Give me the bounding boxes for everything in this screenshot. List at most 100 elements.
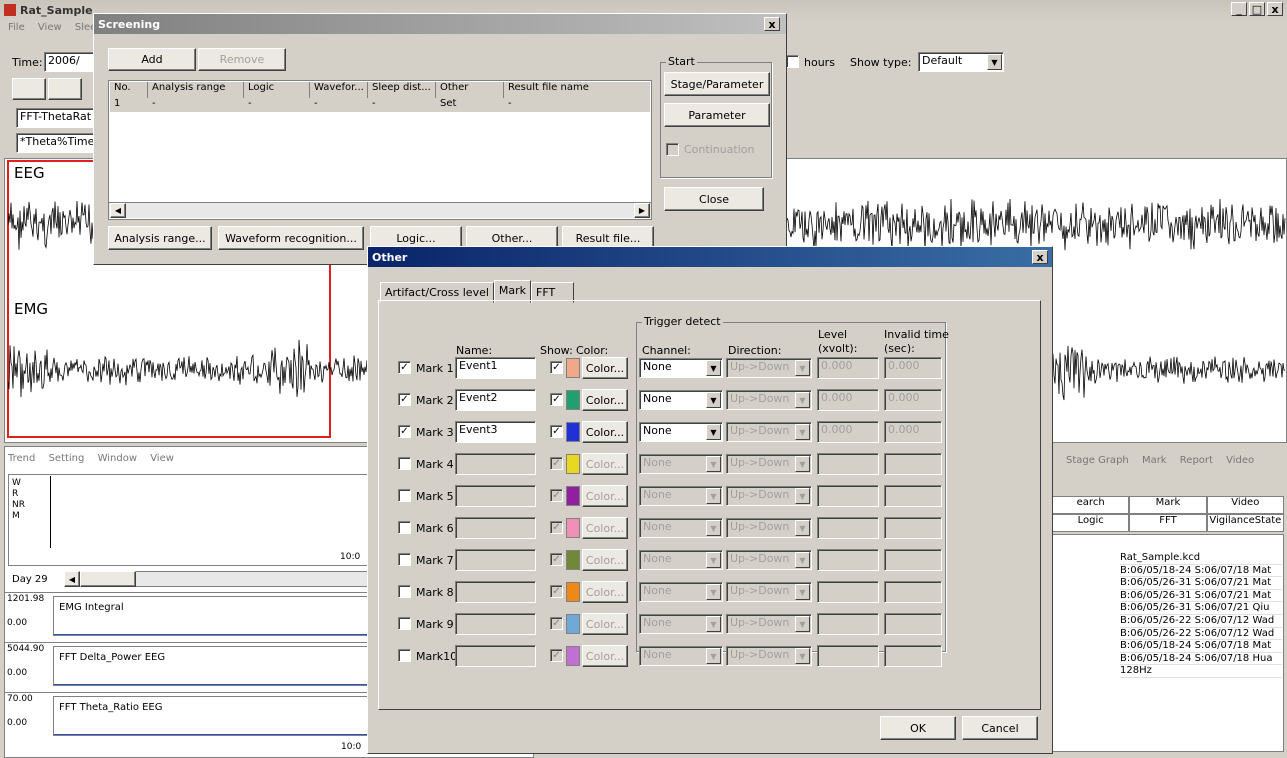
color-button[interactable]: Color...: [582, 549, 628, 571]
list-item[interactable]: B:06/05/18-24 S:06/07/18 Mat: [1120, 565, 1282, 578]
mark-enable-checkbox[interactable]: [398, 585, 411, 598]
color-button[interactable]: Color...: [582, 421, 628, 443]
channel-select[interactable]: None ▼: [639, 422, 723, 442]
color-button[interactable]: Color...: [582, 517, 628, 539]
invalid-time-input[interactable]: [884, 453, 942, 475]
col-result-file[interactable]: Result file name: [504, 82, 650, 98]
mark-name-input[interactable]: [455, 453, 536, 475]
channel-select[interactable]: None ▼: [639, 518, 723, 538]
toolbar-button-1[interactable]: [12, 78, 46, 100]
tab-fft[interactable]: FFT: [1129, 514, 1207, 532]
hours-checkbox[interactable]: [786, 55, 799, 68]
list-item[interactable]: B:06/05/18-24 S:06/07/18 Mat: [1120, 640, 1282, 653]
list-item[interactable]: 128Hz: [1120, 665, 1282, 678]
channel-select[interactable]: None ▼: [639, 550, 723, 570]
table-scrollbar[interactable]: [109, 202, 651, 218]
channel-select[interactable]: None ▼: [639, 454, 723, 474]
direction-select[interactable]: Up->Down ▼: [726, 646, 812, 666]
color-button[interactable]: Color...: [582, 613, 628, 635]
scroll-right-icon[interactable]: ▶: [634, 203, 650, 218]
tab-video[interactable]: Video: [1206, 496, 1284, 514]
menu-trend[interactable]: Trend: [8, 453, 35, 464]
tab-logic[interactable]: Logic: [1052, 514, 1130, 532]
level-input[interactable]: [817, 549, 879, 571]
parameter-button[interactable]: Parameter: [664, 103, 770, 127]
menu-view[interactable]: View: [38, 22, 62, 33]
mark-name-input[interactable]: Event2: [455, 389, 536, 411]
color-button[interactable]: Color...: [582, 485, 628, 507]
list-item[interactable]: B:06/05/26-31 S:06/07/21 Mat: [1120, 590, 1282, 603]
mark-enable-checkbox[interactable]: [398, 489, 411, 502]
invalid-time-input[interactable]: [884, 517, 942, 539]
invalid-time-input[interactable]: [884, 581, 942, 603]
invalid-time-input[interactable]: 0.000: [884, 421, 942, 443]
mark-show-checkbox[interactable]: ✓: [550, 553, 563, 566]
level-input[interactable]: [817, 453, 879, 475]
stage-parameter-button[interactable]: Stage/Parameter: [664, 72, 770, 96]
mark-name-input[interactable]: [455, 645, 536, 667]
level-input[interactable]: [817, 485, 879, 507]
tab-vigilance[interactable]: VigilanceState: [1206, 514, 1284, 532]
level-input[interactable]: [817, 645, 879, 667]
direction-select[interactable]: Up->Down ▼: [726, 614, 812, 634]
col-waveform[interactable]: Wavefor...: [310, 82, 368, 98]
direction-select[interactable]: Up->Down ▼: [726, 518, 812, 538]
color-button[interactable]: Color...: [582, 645, 628, 667]
mark-enable-checkbox[interactable]: [398, 457, 411, 470]
direction-select[interactable]: Up->Down ▼: [726, 550, 812, 570]
waveform-recognition-button[interactable]: Waveform recognition...: [218, 226, 364, 250]
add-button[interactable]: Add: [108, 48, 196, 71]
invalid-time-input[interactable]: [884, 613, 942, 635]
direction-select[interactable]: Up->Down ▼: [726, 486, 812, 506]
analysis-range-button[interactable]: Analysis range...: [108, 226, 212, 250]
mark-enable-checkbox[interactable]: [398, 649, 411, 662]
direction-select[interactable]: Up->Down ▼: [726, 390, 812, 410]
mark-show-checkbox[interactable]: ✓: [550, 393, 563, 406]
table-row[interactable]: 1 - - - - Set -: [110, 98, 650, 112]
mark-name-input[interactable]: [455, 485, 536, 507]
level-input[interactable]: 0.000: [817, 357, 879, 379]
close-icon[interactable]: x: [1032, 250, 1048, 264]
mark-name-input[interactable]: [455, 517, 536, 539]
col-other[interactable]: Other: [436, 82, 504, 98]
mark-show-checkbox[interactable]: ✓: [550, 489, 563, 502]
menu-view[interactable]: View: [150, 453, 174, 464]
col-sleep-dist[interactable]: Sleep dist...: [368, 82, 436, 98]
menu-stage-graph[interactable]: Stage Graph: [1066, 455, 1129, 466]
menu-video[interactable]: Video: [1226, 455, 1254, 466]
list-item[interactable]: B:06/05/26-31 S:06/07/21 Mat: [1120, 577, 1282, 590]
col-logic[interactable]: Logic: [244, 82, 310, 98]
menu-mark[interactable]: Mark: [1142, 455, 1167, 466]
toolbar-button-2[interactable]: [48, 78, 82, 100]
remove-button[interactable]: Remove: [198, 48, 286, 71]
mark-name-input[interactable]: Event1: [455, 357, 536, 379]
continuation-checkbox[interactable]: [666, 143, 679, 156]
scroll-left-icon[interactable]: ◀: [64, 571, 80, 587]
mark-name-input[interactable]: [455, 581, 536, 603]
channel-select[interactable]: None ▼: [639, 646, 723, 666]
mark-show-checkbox[interactable]: ✓: [550, 361, 563, 374]
level-input[interactable]: [817, 581, 879, 603]
mark-enable-checkbox[interactable]: [398, 521, 411, 534]
channel-select[interactable]: None ▼: [639, 390, 723, 410]
mark-show-checkbox[interactable]: ✓: [550, 649, 563, 662]
mark-name-input[interactable]: Event3: [455, 421, 536, 443]
level-input[interactable]: 0.000: [817, 389, 879, 411]
close-icon[interactable]: x: [1267, 2, 1283, 16]
channel-select[interactable]: None ▼: [639, 614, 723, 634]
col-no[interactable]: No.: [110, 82, 148, 98]
invalid-time-input[interactable]: [884, 645, 942, 667]
invalid-time-input[interactable]: 0.000: [884, 357, 942, 379]
direction-select[interactable]: Up->Down ▼: [726, 422, 812, 442]
color-button[interactable]: Color...: [582, 357, 628, 379]
color-button[interactable]: Color...: [582, 389, 628, 411]
list-item[interactable]: Rat_Sample.kcd: [1120, 552, 1282, 565]
level-input[interactable]: [817, 613, 879, 635]
menu-file[interactable]: File: [8, 22, 25, 33]
mark-show-checkbox[interactable]: ✓: [550, 617, 563, 630]
invalid-time-input[interactable]: [884, 485, 942, 507]
mark-enable-checkbox[interactable]: ✓: [398, 361, 411, 374]
mark-enable-checkbox[interactable]: ✓: [398, 425, 411, 438]
tab-search[interactable]: earch: [1052, 496, 1130, 514]
maximize-button[interactable]: □: [1249, 2, 1265, 16]
